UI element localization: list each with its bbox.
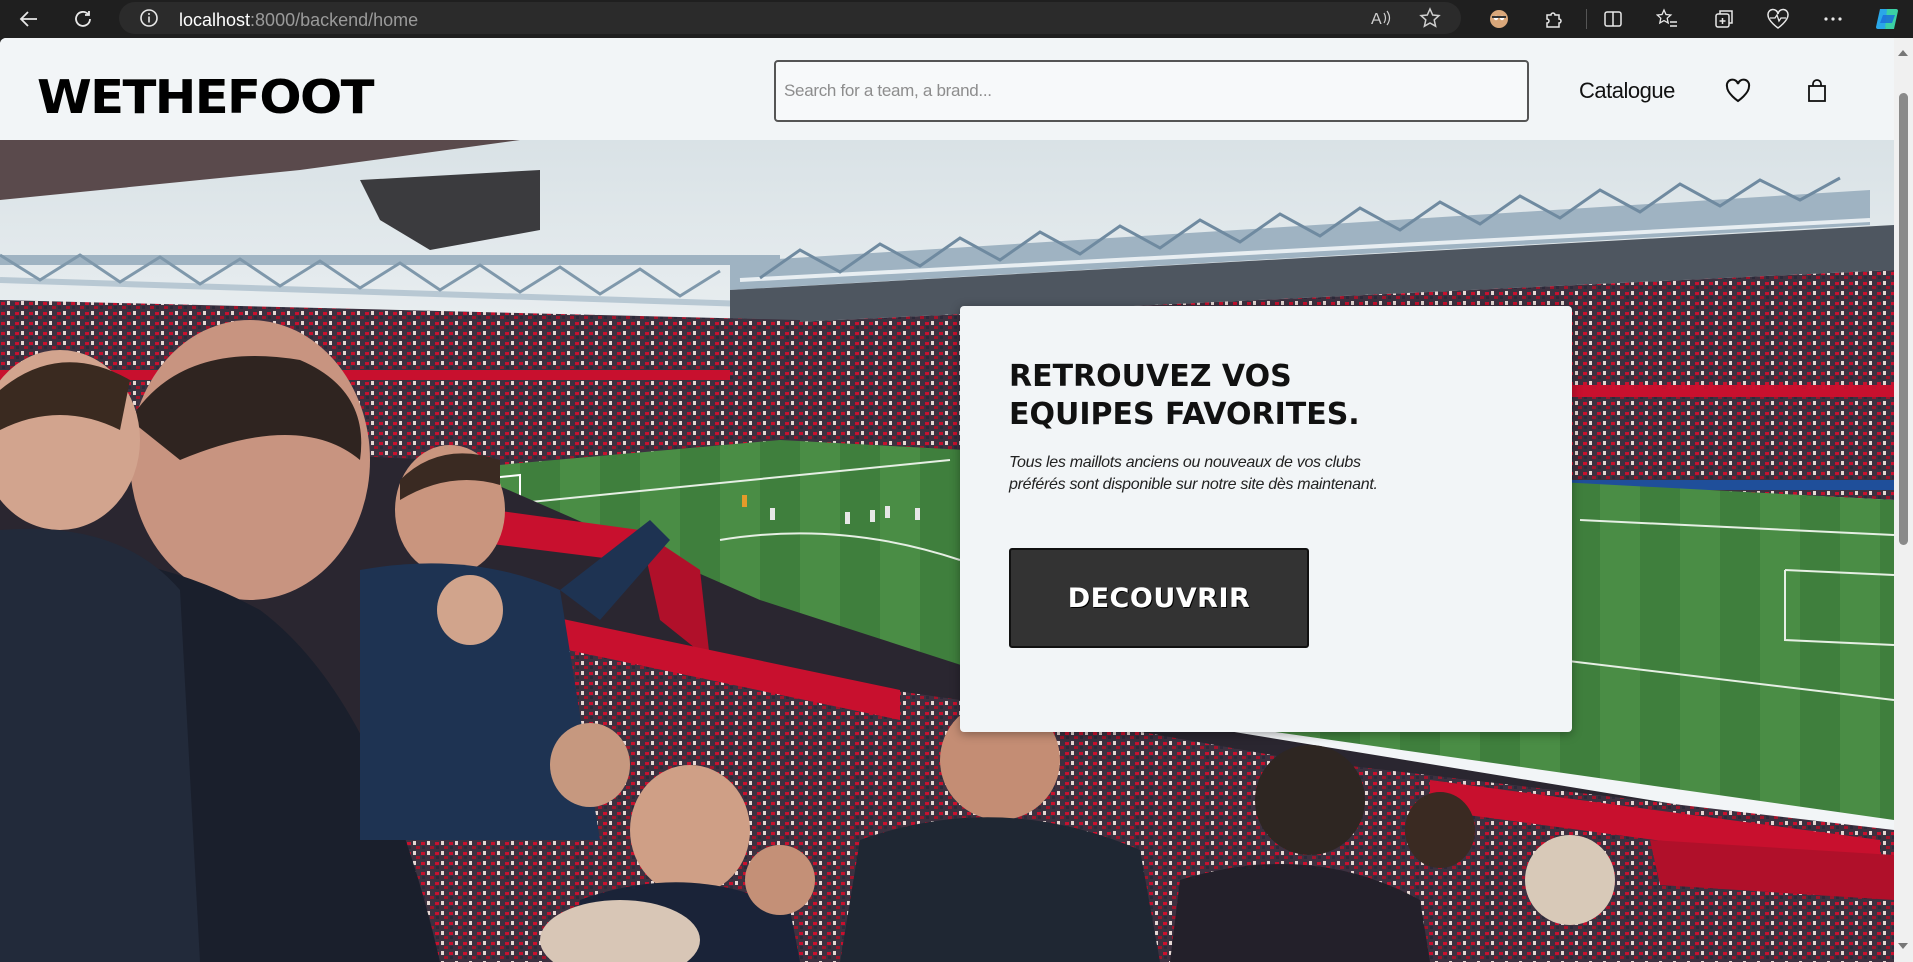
site-header: WETHEFOOT Catalogue [0, 38, 1894, 140]
url-host: localhost [179, 10, 251, 30]
site-logo[interactable]: WETHEFOOT [37, 70, 374, 124]
wishlist-heart-icon[interactable] [1721, 74, 1755, 108]
favorite-star-icon[interactable] [1419, 7, 1441, 29]
split-screen-icon[interactable] [1598, 4, 1628, 34]
scrollbar-thumb[interactable] [1899, 93, 1908, 545]
page-scrollbar[interactable] [1894, 38, 1913, 962]
hero-title-line1: RETROUVEZ VOS [1009, 359, 1292, 394]
browser-essentials-icon[interactable] [1763, 4, 1793, 34]
scroll-down-arrow-icon[interactable] [1898, 943, 1908, 949]
hero-section: RETROUVEZ VOS EQUIPES FAVORITES. Tous le… [0, 140, 1894, 962]
page-viewport: WETHEFOOT Catalogue [0, 38, 1913, 962]
hero-title-line2: EQUIPES FAVORITES. [1009, 397, 1360, 432]
hero-card: RETROUVEZ VOS EQUIPES FAVORITES. Tous le… [960, 306, 1572, 732]
shopping-bag-icon[interactable] [1800, 74, 1834, 108]
refresh-icon [75, 11, 91, 27]
collections-icon[interactable] [1709, 4, 1739, 34]
profile-extension-icon[interactable] [1484, 4, 1514, 34]
refresh-button[interactable] [68, 4, 98, 34]
extensions-puzzle-icon[interactable] [1538, 4, 1568, 34]
browser-toolbar: localhost:8000/backend/home A [0, 0, 1913, 38]
catalogue-link[interactable]: Catalogue [1579, 78, 1675, 104]
url-text: localhost:8000/backend/home [179, 10, 418, 31]
scroll-up-arrow-icon[interactable] [1898, 50, 1908, 56]
search-input[interactable] [774, 60, 1529, 122]
address-bar[interactable]: localhost:8000/backend/home A [119, 2, 1461, 34]
discover-button[interactable]: DECOUVRIR [1009, 548, 1309, 648]
back-arrow-icon [19, 11, 37, 27]
hero-description: Tous les maillots anciens ou nouveaux de… [1009, 452, 1409, 496]
favorites-list-icon[interactable] [1652, 4, 1682, 34]
read-aloud-icon[interactable]: A [1371, 8, 1393, 28]
back-button[interactable] [14, 4, 44, 34]
more-menu-icon[interactable] [1818, 4, 1848, 34]
hero-description-line1: Tous les maillots anciens ou nouveaux de… [1009, 454, 1361, 471]
copilot-icon[interactable] [1873, 4, 1903, 34]
url-path: :8000/backend/home [250, 10, 419, 30]
hero-description-line2: préférés sont disponible sur notre site … [1009, 476, 1378, 493]
hero-title: RETROUVEZ VOS EQUIPES FAVORITES. [1009, 358, 1529, 434]
site-info-icon [140, 9, 158, 27]
svg-text:A: A [1371, 11, 1382, 28]
stadium-background-image [0, 140, 1894, 962]
